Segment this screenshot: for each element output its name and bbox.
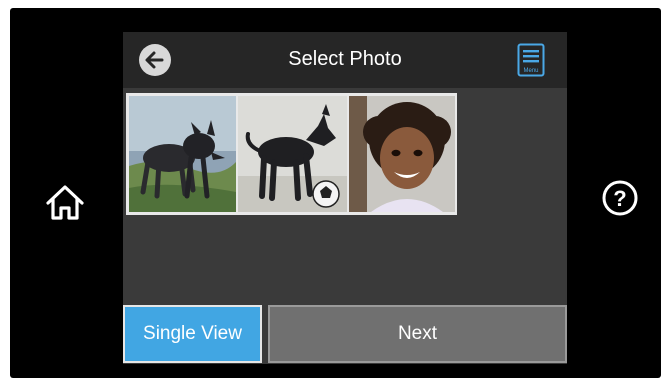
- photo-thumbnail-strip: [126, 93, 457, 215]
- dog-with-ball-photo-icon: [238, 96, 347, 212]
- back-button[interactable]: [139, 44, 171, 76]
- menu-icon: Menu: [517, 43, 545, 77]
- single-view-button[interactable]: Single View: [123, 305, 262, 363]
- help-button[interactable]: ?: [596, 174, 644, 222]
- child-photo-icon: [349, 96, 455, 212]
- menu-button[interactable]: Menu: [513, 42, 549, 78]
- home-button[interactable]: [41, 178, 89, 226]
- page-title: Select Photo: [288, 48, 402, 70]
- photo-thumbnail-2[interactable]: [238, 96, 347, 212]
- next-button[interactable]: Next: [268, 305, 567, 363]
- photo-thumbnail-3[interactable]: [349, 96, 455, 212]
- svg-text:?: ?: [613, 186, 626, 211]
- footer-bar: Single View Next: [123, 302, 567, 364]
- dogs-photo-icon: [129, 96, 236, 212]
- help-icon: ?: [602, 180, 638, 216]
- header-bar: Select Photo Menu: [123, 32, 567, 88]
- lcd-screen: Select Photo Menu Single View Next: [123, 32, 567, 364]
- back-arrow-icon: [145, 51, 164, 69]
- svg-text:Menu: Menu: [523, 68, 538, 74]
- photo-thumbnail-1[interactable]: [129, 96, 236, 212]
- home-icon: [46, 185, 84, 220]
